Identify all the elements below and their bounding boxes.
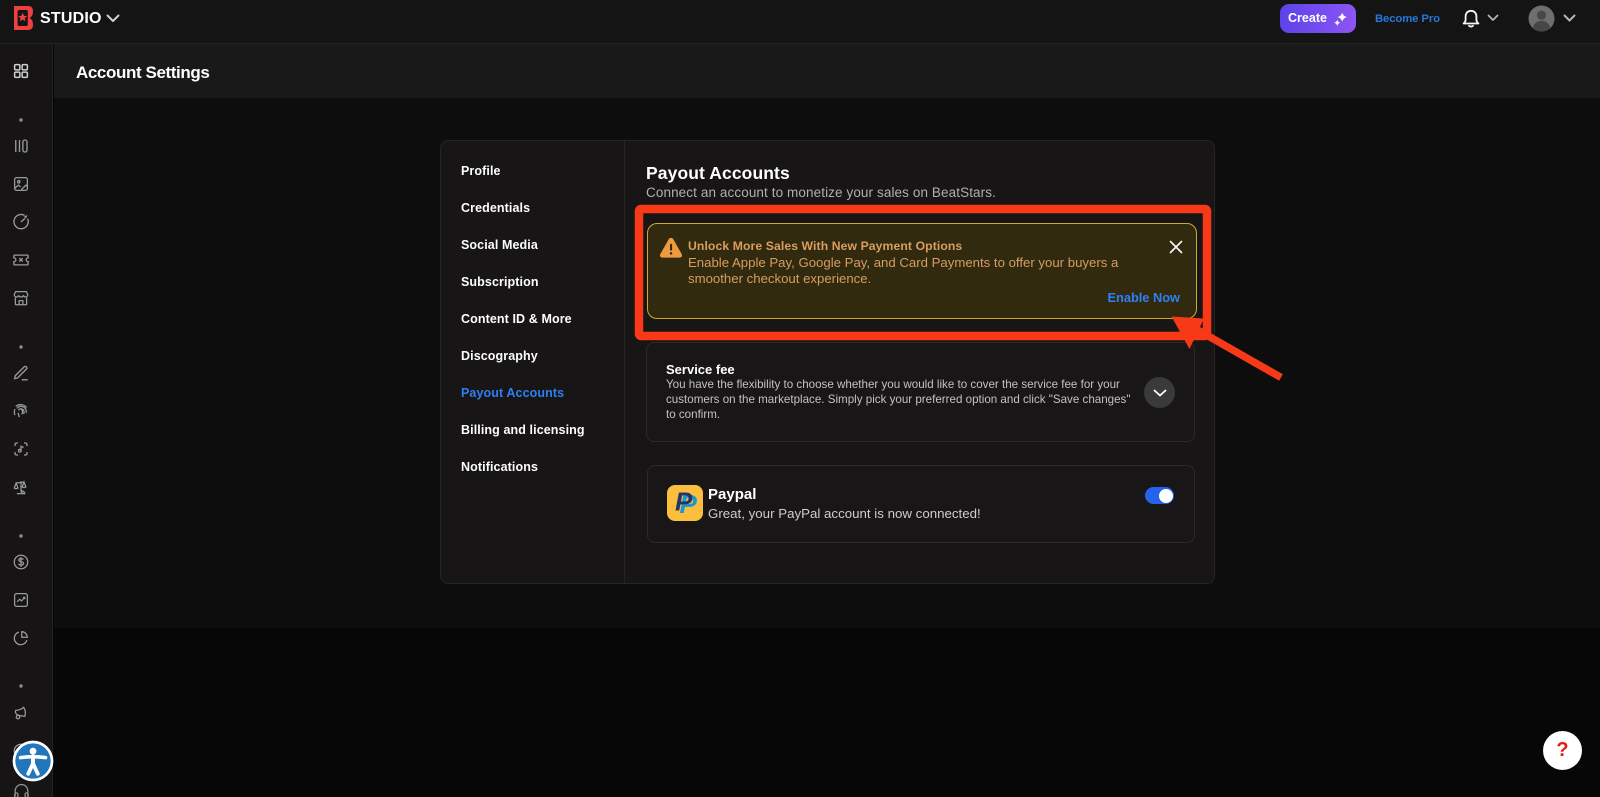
svg-text:P: P — [675, 487, 693, 517]
